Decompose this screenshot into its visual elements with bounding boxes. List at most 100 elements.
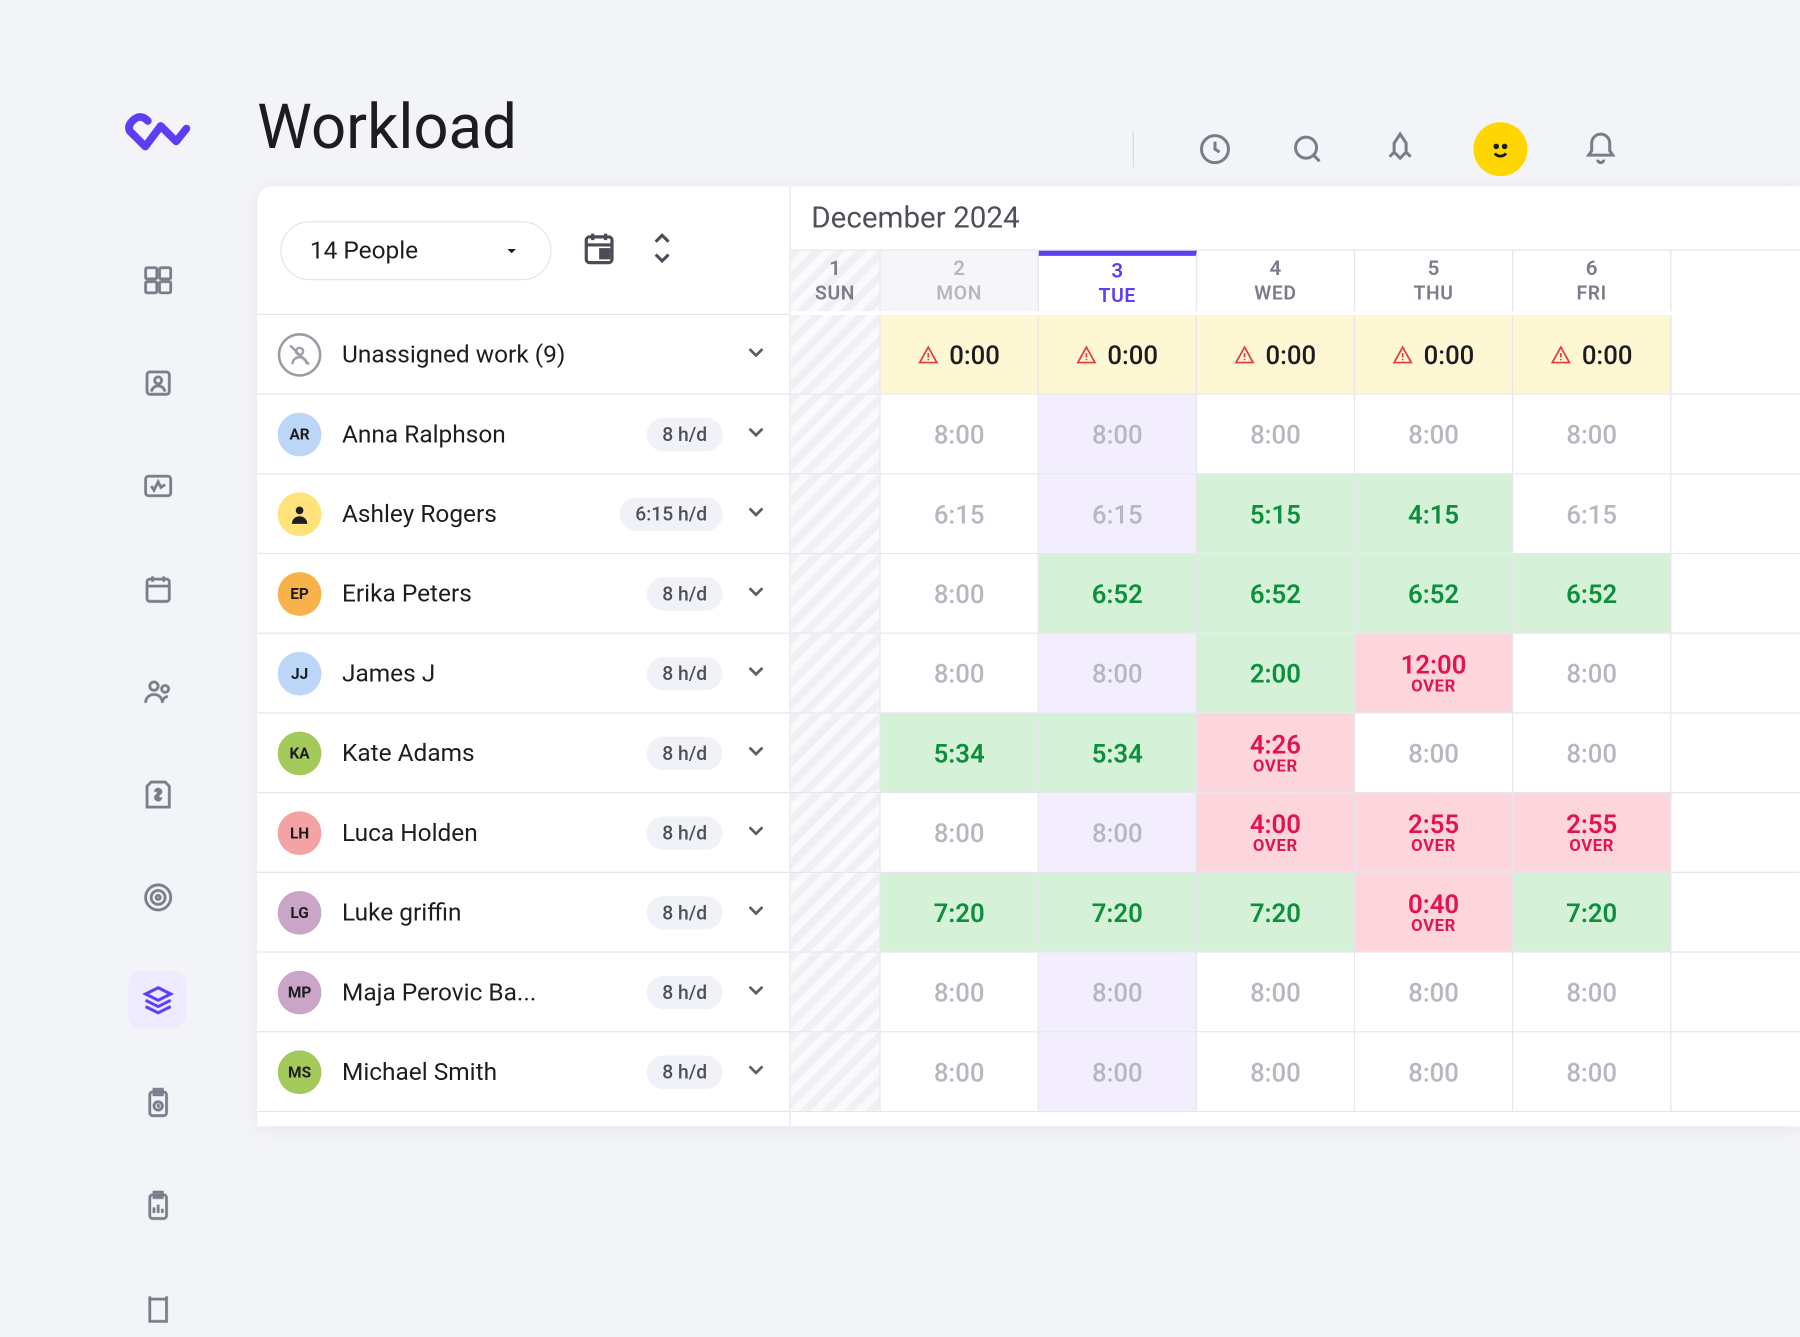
rocket-icon[interactable] xyxy=(1381,130,1420,169)
expand-collapse-icon[interactable] xyxy=(647,229,678,270)
workload-cell[interactable]: 8:00 xyxy=(1197,1032,1355,1110)
day-col[interactable]: 3TUE xyxy=(1039,251,1197,311)
person-row[interactable]: Ashley Rogers 6:15 h/d xyxy=(257,474,789,554)
workload-cell[interactable]: 6:52 xyxy=(1197,554,1355,632)
day-col[interactable]: 2MON xyxy=(881,251,1039,311)
bell-icon[interactable] xyxy=(1581,130,1620,169)
workload-cell[interactable]: 8:00 xyxy=(1039,793,1197,871)
nav-team-icon[interactable] xyxy=(129,662,187,720)
day-col-weekend[interactable]: 1SUN xyxy=(791,251,881,311)
search-icon[interactable] xyxy=(1288,130,1327,169)
nav-profile-icon[interactable] xyxy=(129,354,187,412)
chevron-down-icon[interactable] xyxy=(743,578,769,609)
workload-cell[interactable]: 8:00 xyxy=(881,634,1039,712)
chevron-down-icon[interactable] xyxy=(743,817,769,848)
chevron-down-icon[interactable] xyxy=(743,1056,769,1087)
chevron-down-icon[interactable] xyxy=(743,737,769,768)
workload-cell[interactable]: 0:40OVER xyxy=(1355,873,1513,951)
app-logo-icon[interactable] xyxy=(122,103,193,166)
workload-cell[interactable]: 6:52 xyxy=(1039,554,1197,632)
workload-cell[interactable]: 0:00 xyxy=(881,315,1039,393)
workload-cell[interactable]: 6:52 xyxy=(1355,554,1513,632)
workload-cell[interactable]: 7:20 xyxy=(1197,873,1355,951)
nav-timesheet-icon[interactable] xyxy=(129,1074,187,1132)
person-row[interactable]: JJ James J 8 h/d xyxy=(257,634,789,714)
month-label: December 2024 xyxy=(791,186,1800,250)
person-row[interactable]: LG Luke griffin 8 h/d xyxy=(257,873,789,953)
workload-cell[interactable]: 8:00 xyxy=(1513,395,1671,473)
workload-cell[interactable]: 8:00 xyxy=(1513,714,1671,792)
workload-cell[interactable]: 2:00 xyxy=(1197,634,1355,712)
workload-cell[interactable]: 8:00 xyxy=(1039,634,1197,712)
workload-cell[interactable]: 7:20 xyxy=(881,873,1039,951)
workload-cell[interactable]: 8:00 xyxy=(881,1032,1039,1110)
workload-cell[interactable]: 8:00 xyxy=(1197,395,1355,473)
workload-cell[interactable]: 8:00 xyxy=(1513,953,1671,1031)
workload-cell[interactable]: 8:00 xyxy=(881,953,1039,1031)
nav-calendar-icon[interactable] xyxy=(129,559,187,617)
cell-value: 6:52 xyxy=(1250,578,1301,609)
nav-dashboard-icon[interactable] xyxy=(129,251,187,309)
person-row[interactable]: MS Michael Smith 8 h/d xyxy=(257,1032,789,1112)
workload-cell[interactable]: 6:15 xyxy=(1039,474,1197,552)
workload-cell[interactable]: 6:15 xyxy=(1513,474,1671,552)
workload-cell[interactable]: 8:00 xyxy=(1355,714,1513,792)
workload-cell[interactable]: 5:15 xyxy=(1197,474,1355,552)
workload-cell[interactable]: 7:20 xyxy=(1513,873,1671,951)
workload-cell[interactable]: 5:34 xyxy=(881,714,1039,792)
workload-cell[interactable]: 0:00 xyxy=(1197,315,1355,393)
workload-cell[interactable]: 4:15 xyxy=(1355,474,1513,552)
person-row[interactable]: MP Maja Perovic Ba... 8 h/d xyxy=(257,953,789,1033)
workload-cell[interactable]: 4:00OVER xyxy=(1197,793,1355,871)
workload-cell[interactable]: 8:00 xyxy=(1355,395,1513,473)
nav-target-icon[interactable] xyxy=(129,868,187,926)
person-row[interactable]: KA Kate Adams 8 h/d xyxy=(257,714,789,794)
workload-cell[interactable]: 7:20 xyxy=(1039,873,1197,951)
capacity-badge: 8 h/d xyxy=(647,1055,723,1088)
day-col[interactable]: 6FRI xyxy=(1513,251,1671,311)
cell-value: 5:34 xyxy=(934,737,985,768)
workload-cell[interactable]: 8:00 xyxy=(1355,953,1513,1031)
workload-cell[interactable]: 8:00 xyxy=(1039,1032,1197,1110)
nav-invoice-icon[interactable] xyxy=(129,765,187,823)
workload-cell[interactable]: 8:00 xyxy=(1513,634,1671,712)
day-col[interactable]: 5THU xyxy=(1355,251,1513,311)
chevron-down-icon[interactable] xyxy=(743,498,769,529)
workload-cell[interactable]: 8:00 xyxy=(881,554,1039,632)
workload-cell[interactable]: 8:00 xyxy=(881,395,1039,473)
date-picker-icon[interactable] xyxy=(580,228,619,272)
workload-cell[interactable]: 2:55OVER xyxy=(1355,793,1513,871)
unassigned-row[interactable]: Unassigned work (9) xyxy=(257,315,789,395)
people-selector[interactable]: 14 People xyxy=(280,220,552,279)
workload-cell[interactable]: 0:00 xyxy=(1039,315,1197,393)
person-row[interactable]: LH Luca Holden 8 h/d xyxy=(257,793,789,873)
person-row[interactable]: AR Anna Ralphson 8 h/d xyxy=(257,395,789,475)
chevron-down-icon[interactable] xyxy=(743,976,769,1007)
workload-cell[interactable]: 8:00 xyxy=(1197,953,1355,1031)
workload-cell[interactable]: 6:15 xyxy=(881,474,1039,552)
nav-more-icon[interactable] xyxy=(129,1279,187,1337)
workload-cell[interactable]: 8:00 xyxy=(1039,953,1197,1031)
workload-cell[interactable]: 0:00 xyxy=(1513,315,1671,393)
workload-cell[interactable]: 8:00 xyxy=(1355,1032,1513,1110)
day-col[interactable]: 4WED xyxy=(1197,251,1355,311)
workload-cell[interactable]: 12:00OVER xyxy=(1355,634,1513,712)
person-row[interactable]: EP Erika Peters 8 h/d xyxy=(257,554,789,634)
workload-cell[interactable]: 8:00 xyxy=(1513,1032,1671,1110)
nav-workload-icon[interactable] xyxy=(129,971,187,1029)
chevron-down-icon[interactable] xyxy=(743,418,769,449)
workload-cell[interactable]: 2:55OVER xyxy=(1513,793,1671,871)
workload-cell[interactable]: 6:52 xyxy=(1513,554,1671,632)
chevron-down-icon[interactable] xyxy=(743,658,769,689)
chevron-down-icon[interactable] xyxy=(743,339,769,370)
workload-cell[interactable]: 4:26OVER xyxy=(1197,714,1355,792)
workload-cell[interactable]: 0:00 xyxy=(1355,315,1513,393)
smiley-avatar[interactable] xyxy=(1473,122,1527,176)
nav-reports-icon[interactable] xyxy=(129,1176,187,1234)
workload-cell[interactable]: 8:00 xyxy=(1039,395,1197,473)
chevron-down-icon[interactable] xyxy=(743,897,769,928)
nav-activity-icon[interactable] xyxy=(129,456,187,514)
workload-cell[interactable]: 8:00 xyxy=(881,793,1039,871)
workload-cell[interactable]: 5:34 xyxy=(1039,714,1197,792)
clock-icon[interactable] xyxy=(1196,130,1235,169)
